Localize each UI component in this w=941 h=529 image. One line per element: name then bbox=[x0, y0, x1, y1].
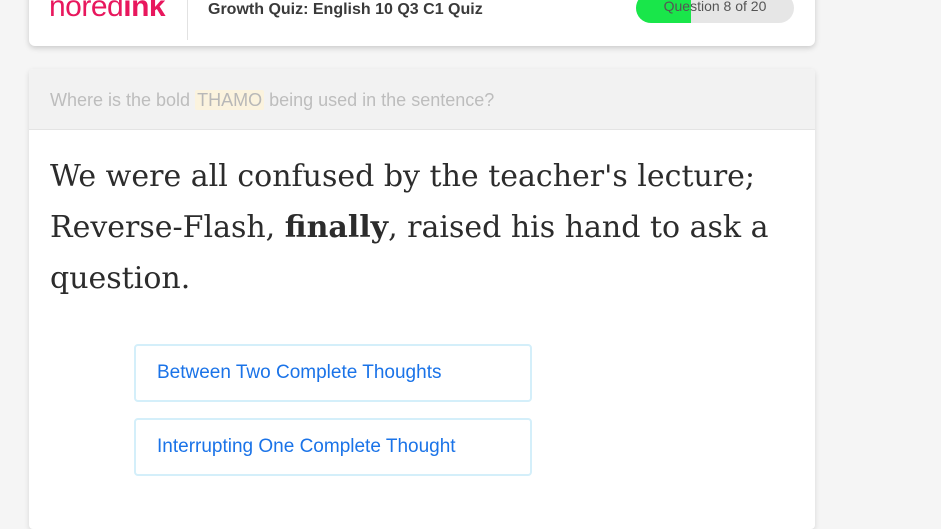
logo-text-ink: ink bbox=[123, 0, 166, 23]
logo-text-red: red bbox=[81, 0, 124, 23]
header-divider bbox=[187, 0, 188, 40]
noredink-logo[interactable]: noredink bbox=[49, 0, 166, 24]
answer-option-between-two-complete-thoughts[interactable]: Between Two Complete Thoughts bbox=[134, 344, 532, 402]
progress-label: Question 8 of 20 bbox=[663, 0, 767, 14]
prompt-highlight: THAMO bbox=[195, 90, 265, 110]
sentence-bold-word: finally bbox=[284, 210, 389, 245]
logo-text-no: no bbox=[49, 0, 82, 23]
quiz-header: noredink Growth Quiz: English 10 Q3 C1 Q… bbox=[29, 0, 815, 46]
question-sentence: We were all confused by the teacher's le… bbox=[50, 151, 790, 304]
prompt-text-after: being used in the sentence? bbox=[264, 90, 495, 110]
question-prompt: Where is the bold THAMO being used in th… bbox=[29, 69, 815, 130]
quiz-title: Growth Quiz: English 10 Q3 C1 Quiz bbox=[208, 1, 483, 18]
answer-option-interrupting-one-complete-thought[interactable]: Interrupting One Complete Thought bbox=[134, 418, 532, 476]
prompt-text-before: Where is the bold bbox=[50, 90, 196, 110]
question-progress: Question 8 of 20 bbox=[636, 0, 794, 23]
question-card: Where is the bold THAMO being used in th… bbox=[29, 69, 815, 529]
